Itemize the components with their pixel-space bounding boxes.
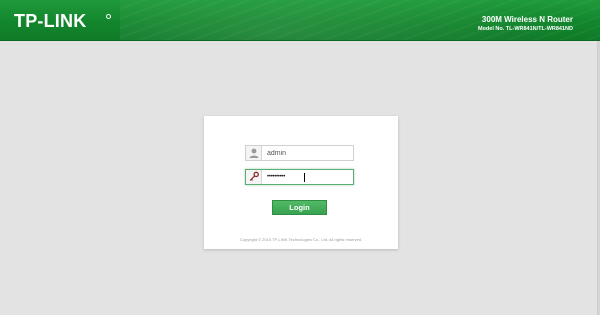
password-input[interactable] <box>263 170 353 184</box>
login-panel: Login Copyright © 2015 TP-LINK Technolog… <box>204 116 398 249</box>
text-caret <box>304 173 305 182</box>
key-icon <box>246 170 262 184</box>
tp-link-logo: TP-LINK <box>14 11 87 31</box>
user-icon <box>246 146 262 160</box>
password-field[interactable] <box>245 169 354 185</box>
login-button[interactable]: Login <box>272 200 327 215</box>
username-input[interactable] <box>263 146 353 160</box>
copyright-text: Copyright © 2015 TP-LINK Technologies Co… <box>239 237 363 242</box>
username-field[interactable] <box>245 145 354 161</box>
model-number: Model No. TL-WR841N/TL-WR841ND <box>477 26 573 32</box>
header-bar: TP-LINK 300M Wireless N Router Model No.… <box>0 0 600 41</box>
product-title: 300M Wireless N Router <box>481 15 573 24</box>
registered-mark-icon <box>106 14 111 19</box>
